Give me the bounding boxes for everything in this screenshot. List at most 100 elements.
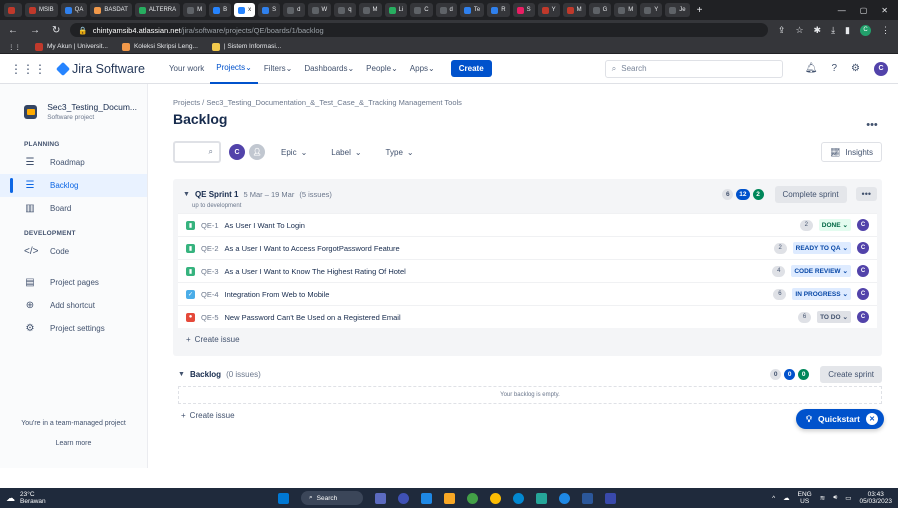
reload-icon[interactable]: ↻ [52, 25, 60, 36]
browser-tab[interactable]: BASDAT [90, 3, 132, 17]
bookmark-item[interactable]: My Akun | Universit... [35, 42, 108, 51]
settings-gear-icon[interactable]: ⚙ [851, 63, 860, 74]
type-filter[interactable]: Type ⌄ [378, 148, 422, 157]
sidebar-item-board[interactable]: ▥ Board [0, 197, 147, 220]
browser-tab[interactable]: W [307, 3, 332, 17]
browser-icon[interactable] [559, 492, 570, 504]
chevron-down-icon[interactable]: ▼ [178, 371, 185, 378]
language-indicator[interactable]: ENG US [798, 491, 812, 505]
browser-profile-avatar[interactable]: C [860, 24, 871, 36]
browser-tab[interactable]: q [334, 3, 356, 17]
windows-start-icon[interactable] [278, 492, 289, 504]
assignee-avatar[interactable]: C [857, 219, 869, 231]
file-explorer-icon[interactable] [444, 492, 455, 504]
browser-tab[interactable]: QA [60, 3, 88, 17]
browser-tab[interactable]: C [410, 3, 433, 17]
breadcrumb[interactable]: Projects / Sec3_Testing_Documentation_&_… [173, 98, 882, 107]
browser-tab[interactable]: Te [459, 3, 485, 17]
chrome-icon[interactable] [490, 492, 501, 504]
sidebar-item-backlog[interactable]: ☰ Backlog [0, 174, 147, 197]
browser-tab[interactable]: B [209, 3, 232, 17]
epic-filter[interactable]: Epic ⌄ [273, 148, 315, 157]
issue-key[interactable]: QE-2 [201, 244, 219, 253]
battery-icon[interactable]: ▭ [845, 494, 851, 502]
weather-widget[interactable]: ☁ 23°C Berawan [6, 491, 46, 505]
app-switcher-icon[interactable]: ⋮⋮⋮ [10, 62, 46, 76]
complete-sprint-button[interactable]: Complete sprint [774, 185, 847, 203]
clock[interactable]: 03:43 05/03/2023 [859, 491, 892, 505]
issue-key[interactable]: QE-1 [201, 221, 219, 230]
extensions-icon[interactable]: ✱ [814, 25, 822, 36]
quickstart-button[interactable]: 💡︎ Quickstart ✕ [796, 409, 884, 429]
insights-button[interactable]: 📈︎ Insights [821, 142, 882, 162]
browser-tab[interactable]: S [258, 3, 281, 17]
store-icon[interactable] [421, 492, 432, 504]
download-icon[interactable]: ⤓ [831, 25, 835, 36]
chevron-down-icon[interactable]: ▼ [183, 191, 190, 198]
browser-tab[interactable]: Li [384, 3, 408, 17]
story-points[interactable]: 6 [773, 288, 787, 300]
create-issue-button[interactable]: + Create issue [173, 404, 882, 426]
more-actions-icon[interactable]: ••• [862, 116, 882, 134]
nav-apps[interactable]: Apps ⌄ [404, 54, 441, 84]
browser-tab[interactable]: x [234, 3, 256, 17]
create-button[interactable]: Create [450, 60, 492, 77]
jira-logo[interactable]: Jira Software [55, 61, 145, 76]
issue-key[interactable]: QE-3 [201, 267, 219, 276]
forward-icon[interactable]: → [30, 25, 40, 36]
learn-more-link[interactable]: Learn more [0, 434, 147, 454]
issue-key[interactable]: QE-5 [201, 313, 219, 322]
browser-tab[interactable]: S [512, 3, 535, 17]
nav-your-work[interactable]: Your work [163, 54, 210, 84]
browser-tab[interactable]: Y [640, 3, 663, 17]
story-points[interactable]: 6 [798, 311, 812, 323]
nav-projects[interactable]: Projects ⌄ [210, 54, 258, 84]
share-icon[interactable]: ⇪ [778, 25, 786, 36]
browser-tab[interactable]: G [588, 3, 612, 17]
issue-row[interactable]: ✓ QE-4 Integration From Web to Mobile 6 IN P… [178, 282, 877, 305]
sprint-name[interactable]: QE Sprint 1 [195, 190, 239, 199]
sidepanel-icon[interactable]: ▮ [845, 25, 850, 36]
task-view-icon[interactable] [375, 492, 386, 504]
filter-avatar-unassigned[interactable]: 👤︎ [249, 144, 265, 160]
browser-tab[interactable]: Je [665, 3, 690, 17]
filter-avatar-user[interactable]: C [229, 144, 245, 160]
issue-key[interactable]: QE-4 [201, 290, 219, 299]
cloud-icon[interactable]: ☁ [783, 494, 790, 502]
wifi-icon[interactable]: ≋ [820, 494, 825, 502]
project-header[interactable]: Sec3_Testing_Docum... Software project [0, 84, 147, 133]
nav-dashboards[interactable]: Dashboards ⌄ [298, 54, 360, 84]
sidebar-item-roadmap[interactable]: ☰ Roadmap [0, 151, 147, 174]
close-icon[interactable]: ✕ [866, 413, 878, 425]
sidebar-item-project-settings[interactable]: ⚙ Project settings [0, 317, 147, 340]
chat-icon[interactable] [398, 492, 409, 504]
browser-tab[interactable]: MSIB [25, 3, 58, 17]
assignee-avatar[interactable]: C [857, 311, 869, 323]
bookmark-star-icon[interactable]: ☆ [795, 25, 803, 36]
nav-people[interactable]: People ⌄ [360, 54, 404, 84]
issue-row[interactable]: ▮ QE-1 As User I Want To Login 2 DONE ⌄ C [178, 213, 877, 236]
browser-tab[interactable]: Y [537, 3, 560, 17]
minimize-icon[interactable]: — [838, 6, 846, 15]
assignee-avatar[interactable]: C [857, 288, 869, 300]
search-input[interactable]: ⌕ Search [604, 59, 783, 78]
browser-tab[interactable]: d [435, 3, 457, 17]
help-icon[interactable]: ? [831, 63, 837, 74]
status-dropdown[interactable]: CODE REVIEW ⌄ [791, 265, 851, 277]
edge-icon[interactable] [513, 492, 524, 504]
chevron-up-icon[interactable]: ^ [772, 495, 775, 502]
create-sprint-button[interactable]: Create sprint [820, 365, 882, 383]
address-bar[interactable]: 🔒 chintyamsib4.atlassian.net /jira/softw… [70, 23, 768, 37]
nav-filters[interactable]: Filters ⌄ [258, 54, 298, 84]
story-points[interactable]: 2 [799, 219, 813, 231]
status-dropdown[interactable]: TO DO ⌄ [817, 311, 851, 323]
browser-tab[interactable]: M [562, 3, 586, 17]
back-icon[interactable]: ← [8, 25, 18, 36]
status-dropdown[interactable]: IN PROGRESS ⌄ [792, 288, 851, 300]
browser-tab[interactable]: M [614, 3, 638, 17]
issue-title[interactable]: As a User I Want to Know The Highest Rat… [225, 267, 406, 276]
volume-icon[interactable]: 🔊︎ [833, 494, 837, 502]
bookmark-item[interactable]: Koleksi Skripsi Leng... [121, 42, 198, 51]
backlog-search-input[interactable]: ⌕ [173, 141, 221, 163]
issue-row[interactable]: ● QE-5 New Password Can't Be Used on a Reg… [178, 305, 877, 328]
